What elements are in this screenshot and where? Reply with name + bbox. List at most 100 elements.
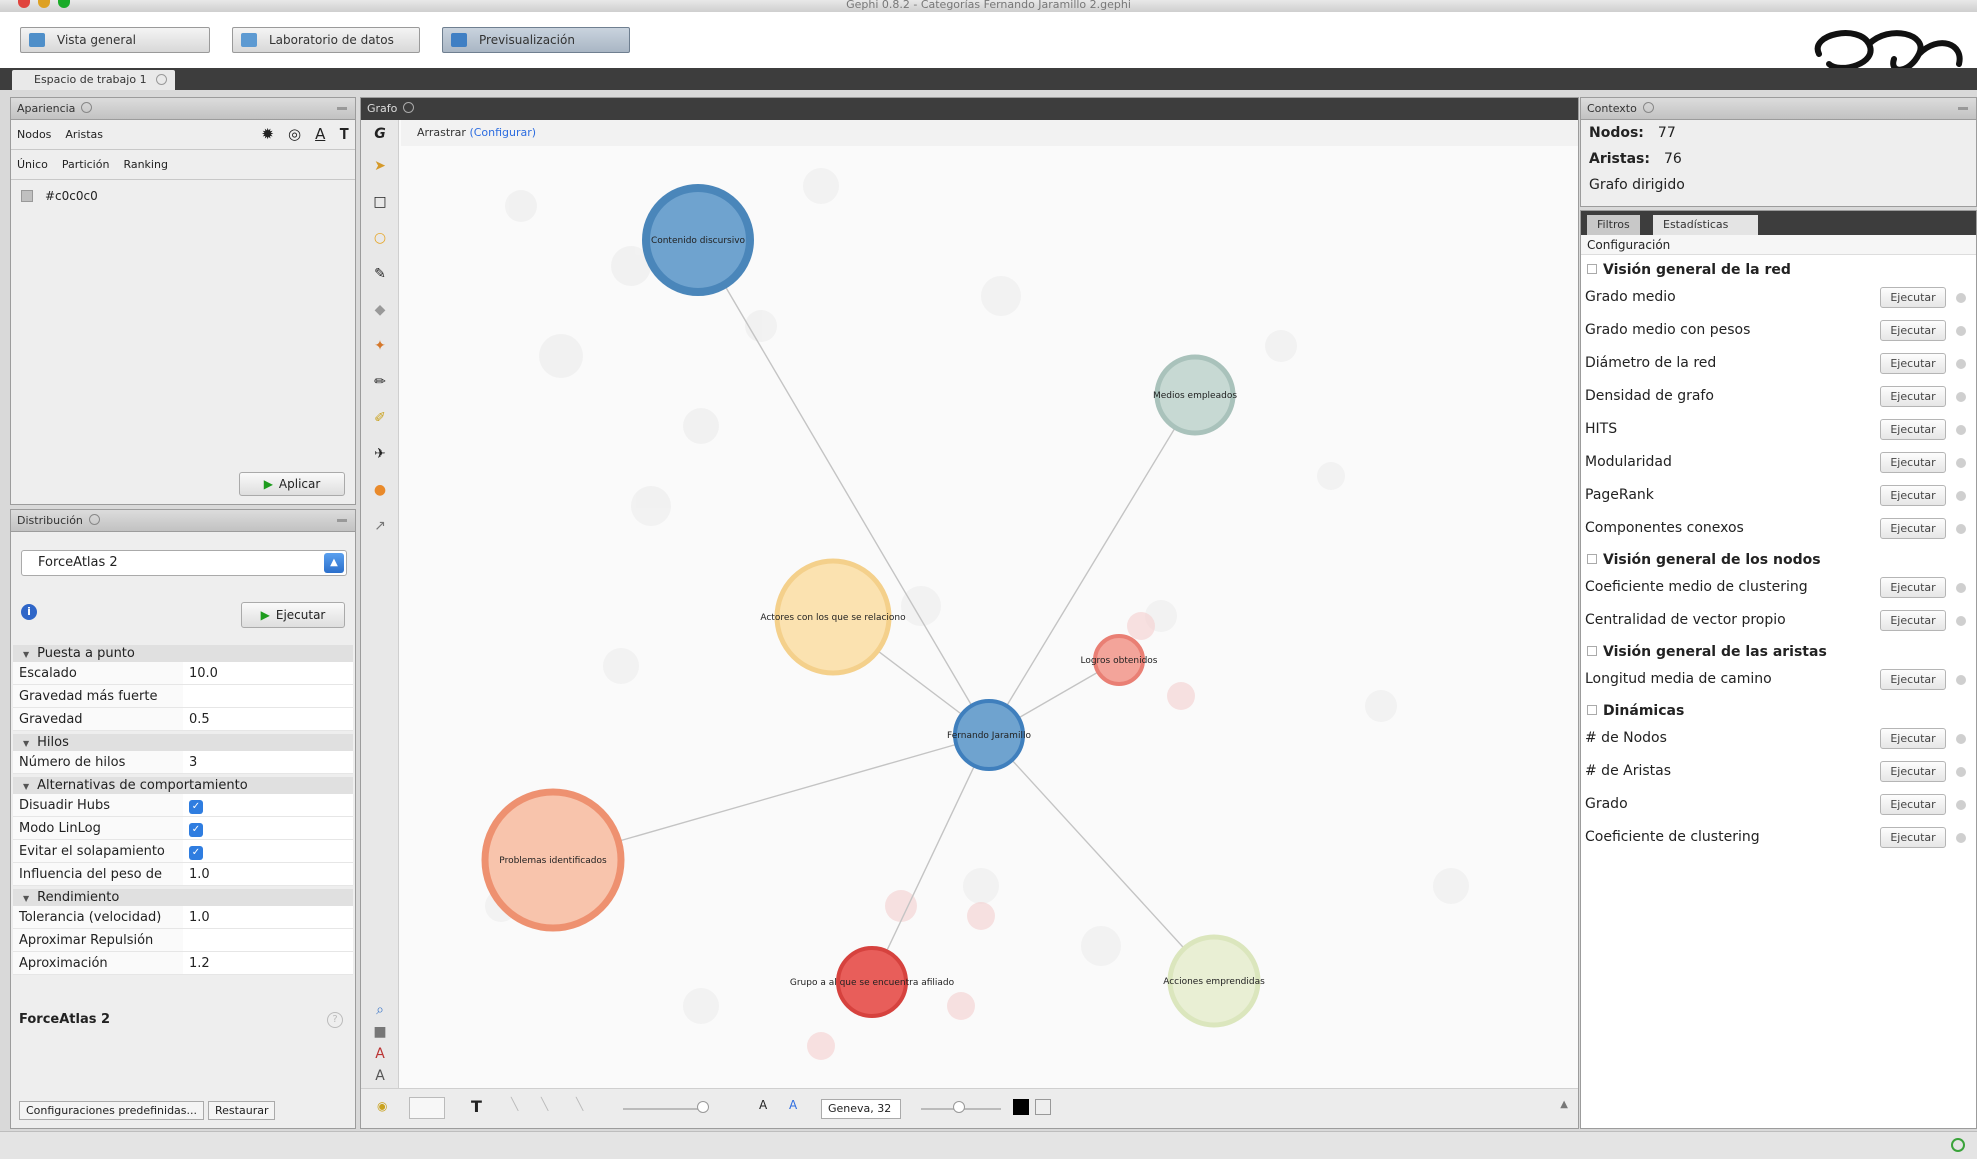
checkbox[interactable]: ✓ — [189, 823, 203, 837]
run-statistic-button[interactable]: Ejecutar — [1880, 518, 1946, 539]
info-icon[interactable] — [1956, 359, 1966, 369]
edit-icon[interactable]: ↗ — [371, 518, 389, 536]
font-size-up-icon[interactable]: A — [759, 1098, 767, 1112]
close-tab-icon[interactable] — [155, 74, 167, 85]
rectangle-select-icon[interactable]: □ — [371, 194, 389, 212]
size-icon[interactable]: ◎ — [288, 125, 301, 143]
help-icon[interactable]: ? — [327, 1012, 343, 1028]
graph-node[interactable]: Problemas identificados — [481, 788, 625, 932]
minimize-panel-icon[interactable] — [337, 519, 347, 522]
property-value[interactable]: 0.5 — [183, 708, 353, 730]
info-icon[interactable] — [1956, 833, 1966, 843]
edge-color-icon[interactable]: ╲ — [541, 1097, 548, 1111]
run-statistic-button[interactable]: Ejecutar — [1880, 761, 1946, 782]
collapse-icon[interactable]: ▼ — [23, 782, 29, 791]
close-panel-icon[interactable] — [88, 514, 100, 525]
collapse-icon[interactable]: ▼ — [23, 739, 29, 748]
info-icon[interactable]: i — [21, 604, 37, 620]
mode-data-lab-button[interactable]: Laboratorio de datos — [232, 27, 420, 53]
close-panel-icon[interactable] — [81, 102, 93, 113]
run-statistic-button[interactable]: Ejecutar — [1880, 287, 1946, 308]
heat-map-icon[interactable]: ● — [371, 482, 389, 500]
info-icon[interactable] — [1956, 524, 1966, 534]
graph-canvas[interactable]: Contenido discursivo Medios empleados Acto… — [401, 146, 1578, 1088]
pencil-icon[interactable]: ✏ — [371, 374, 389, 392]
collapse-icon[interactable] — [1587, 705, 1597, 715]
property-category[interactable]: ▼ Alternativas de comportamiento — [13, 777, 353, 794]
configure-link[interactable]: (Configurar) — [469, 126, 536, 139]
configuration-row[interactable]: Configuración — [1581, 235, 1976, 255]
label-size-icon[interactable]: 𝐓 — [339, 125, 349, 143]
chevron-down-icon[interactable]: ▲ — [324, 553, 344, 573]
property-category[interactable]: ▼ Puesta a punto — [13, 645, 353, 662]
info-icon[interactable] — [1956, 675, 1966, 685]
run-statistic-button[interactable]: Ejecutar — [1880, 419, 1946, 440]
collapse-icon[interactable]: ▼ — [23, 894, 29, 903]
tab-statistics[interactable]: Estadísticas — [1653, 215, 1759, 235]
close-panel-icon[interactable] — [403, 102, 415, 113]
sizer-icon[interactable]: ✦ — [371, 338, 389, 356]
collapse-icon[interactable] — [1587, 554, 1597, 564]
property-value[interactable]: 1.0 — [183, 906, 353, 928]
minimize-panel-icon[interactable] — [1958, 107, 1968, 110]
property-category[interactable]: ▼ Rendimiento — [13, 889, 353, 906]
reset-button[interactable]: Restaurar — [208, 1101, 276, 1120]
info-icon[interactable] — [1956, 326, 1966, 336]
run-statistic-button[interactable]: Ejecutar — [1880, 320, 1946, 341]
color-swatch[interactable] — [21, 190, 33, 202]
property-value[interactable]: 1.2 — [183, 952, 353, 974]
pointer-icon[interactable]: ➤ — [371, 158, 389, 176]
workspace-tab[interactable]: Espacio de trabajo 1 — [12, 70, 175, 90]
edge-line-icon[interactable]: ╲ — [511, 1097, 518, 1111]
run-statistic-button[interactable]: Ejecutar — [1880, 728, 1946, 749]
info-icon[interactable] — [1956, 425, 1966, 435]
close-panel-icon[interactable] — [1642, 102, 1654, 113]
property-value[interactable] — [183, 929, 353, 951]
run-statistic-button[interactable]: Ejecutar — [1880, 794, 1946, 815]
run-statistic-button[interactable]: Ejecutar — [1880, 386, 1946, 407]
brush-icon[interactable]: ✎ — [371, 266, 389, 284]
collapse-icon[interactable] — [1587, 264, 1597, 274]
info-icon[interactable] — [1956, 293, 1966, 303]
color-palette-icon[interactable]: ✹ — [261, 125, 274, 143]
statistics-section[interactable]: Visión general de las aristas — [1581, 641, 1976, 663]
mode-overview-button[interactable]: Vista general — [20, 27, 210, 53]
property-value[interactable]: 3 — [183, 751, 353, 773]
zoom-icon[interactable]: ⌕ — [371, 1002, 389, 1020]
run-statistic-button[interactable]: Ejecutar — [1880, 827, 1946, 848]
info-icon[interactable] — [1956, 583, 1966, 593]
unique-color-row[interactable]: #c0c0c0 — [11, 180, 355, 212]
run-layout-button[interactable]: ▶ Ejecutar — [241, 602, 345, 628]
font-field[interactable]: Geneva, 32 — [821, 1099, 901, 1119]
painter-icon[interactable]: ◆ — [371, 302, 389, 320]
graph-node[interactable]: Fernando Jaramillo — [947, 699, 1031, 771]
info-icon[interactable] — [1956, 767, 1966, 777]
layout-algorithm-select[interactable]: ForceAtlas 2 ▲ — [21, 550, 347, 576]
info-icon[interactable] — [1956, 491, 1966, 501]
checkbox[interactable]: ✓ — [189, 846, 203, 860]
statistics-section[interactable]: Visión general de la red — [1581, 259, 1976, 281]
minimize-panel-icon[interactable] — [337, 107, 347, 110]
edge-mode-select[interactable] — [409, 1097, 445, 1119]
shortest-path-icon[interactable]: ✈ — [371, 446, 389, 464]
info-icon[interactable] — [1956, 616, 1966, 626]
presets-button[interactable]: Configuraciones predefinidas... — [19, 1101, 205, 1120]
edge-size-slider[interactable] — [623, 1108, 703, 1110]
run-statistic-button[interactable]: Ejecutar — [1880, 577, 1946, 598]
run-statistic-button[interactable]: Ejecutar — [1880, 452, 1946, 473]
tab-filters[interactable]: Filtros — [1587, 215, 1640, 235]
info-icon[interactable] — [1956, 458, 1966, 468]
label-color-swatch[interactable] — [1013, 1099, 1029, 1115]
label-color-icon[interactable]: A — [315, 125, 325, 143]
graph-node[interactable]: Contenido discursivo — [642, 184, 754, 296]
graph-node[interactable]: Logros obtenidos — [1080, 634, 1158, 686]
tab-nodes[interactable]: Nodos — [17, 128, 51, 141]
run-statistic-button[interactable]: Ejecutar — [1880, 485, 1946, 506]
graph-svg[interactable]: Contenido discursivo Medios empleados Acto… — [401, 146, 1580, 1090]
text-icon[interactable]: T — [471, 1097, 482, 1116]
tab-ranking[interactable]: Ranking — [123, 158, 168, 171]
graph-node[interactable]: Medios empleados — [1153, 354, 1237, 436]
lasso-icon[interactable]: ○ — [371, 230, 389, 248]
run-statistic-button[interactable]: Ejecutar — [1880, 669, 1946, 690]
tab-edges[interactable]: Aristas — [65, 128, 103, 141]
